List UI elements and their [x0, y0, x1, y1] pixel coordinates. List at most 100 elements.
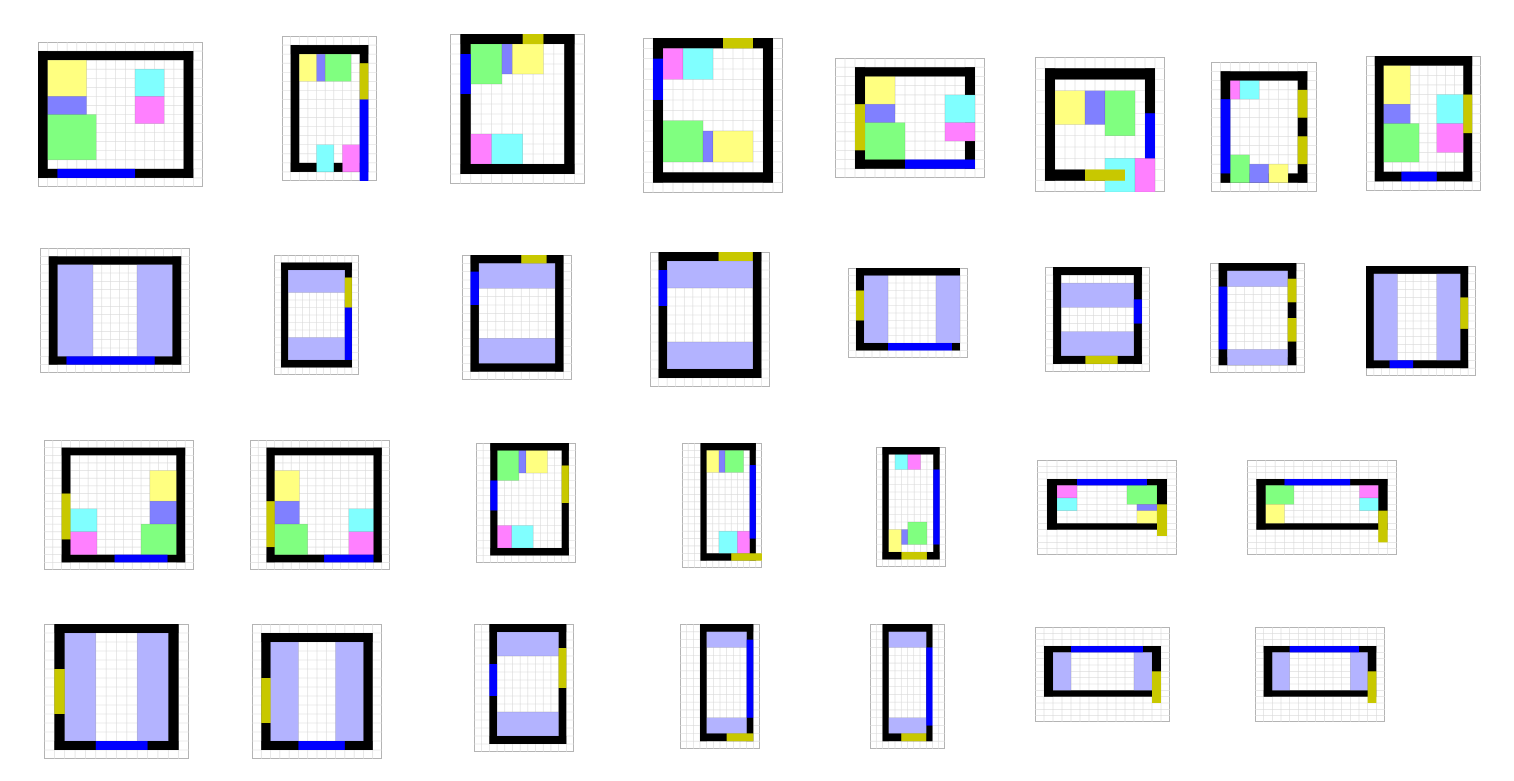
- room-lavender: [1373, 273, 1398, 361]
- wall-top: [261, 633, 373, 642]
- wall-left: [1045, 68, 1055, 181]
- door-top: [1284, 479, 1351, 486]
- floorplan-panel: [1211, 62, 1317, 192]
- room-green: [1126, 485, 1158, 505]
- wall-bottom: [490, 548, 569, 556]
- wall-top: [489, 624, 567, 632]
- floorplan-svg: [474, 624, 574, 752]
- wall-top: [61, 447, 186, 456]
- wall-top: [490, 443, 569, 451]
- room-yellow: [888, 529, 902, 553]
- door-bottom: [114, 554, 168, 563]
- door-top: [1077, 479, 1147, 486]
- room-cyan: [134, 68, 165, 97]
- window-top: [723, 38, 753, 49]
- wall-right: [1297, 71, 1308, 183]
- room-green: [1104, 90, 1136, 136]
- window-left: [261, 678, 271, 723]
- room-purple: [864, 103, 896, 123]
- room-cyan: [348, 508, 374, 533]
- floorplan-svg: [1037, 460, 1177, 555]
- floorplan-panel: [40, 248, 190, 373]
- floorplan-panel: [835, 58, 985, 178]
- door-left: [490, 480, 498, 511]
- door-left: [460, 54, 471, 94]
- window-left: [61, 493, 71, 540]
- wall-top: [470, 255, 564, 264]
- window-right: [558, 648, 567, 688]
- room-purple: [718, 450, 726, 473]
- wall-top: [1045, 68, 1155, 80]
- door-right: [359, 90, 369, 181]
- window-right: [561, 465, 569, 503]
- door-right: [933, 469, 940, 545]
- room-green: [1265, 485, 1295, 505]
- room-lavender: [706, 717, 747, 734]
- room-lavender: [888, 631, 927, 648]
- floorplan-svg: [40, 248, 190, 373]
- window-bottom: [1085, 355, 1118, 364]
- wall-bottom: [1047, 523, 1167, 530]
- floorplan-panel: [848, 268, 968, 358]
- room-magenta: [907, 454, 921, 470]
- floorplan-svg: [44, 624, 189, 759]
- room-cyan: [511, 525, 534, 549]
- room-green: [324, 53, 352, 82]
- room-cyan: [1056, 497, 1078, 511]
- door-right: [926, 647, 933, 726]
- floorplan-svg: [1211, 62, 1317, 192]
- floorplan-svg: [250, 440, 390, 570]
- window-right: [1463, 94, 1473, 134]
- floorplan-grid: [0, 0, 1514, 781]
- room-cyan: [894, 454, 909, 470]
- room-lavender: [287, 269, 346, 293]
- room-purple: [274, 500, 300, 525]
- floorplan-svg: [44, 440, 194, 570]
- wall-bottom: [658, 369, 762, 378]
- floorplan-svg: [848, 268, 968, 358]
- wall-top: [460, 34, 575, 44]
- floorplan-svg: [650, 252, 770, 387]
- room-yellow: [1265, 504, 1285, 524]
- wall-left: [281, 262, 289, 368]
- wall-left: [1044, 646, 1053, 697]
- wall-left: [1366, 266, 1374, 369]
- room-lavender: [335, 641, 364, 742]
- window-right: [1287, 318, 1297, 342]
- room-purple: [149, 500, 177, 525]
- room-lavender: [1133, 652, 1153, 691]
- room-lavender: [57, 264, 94, 357]
- floorplan-panel: [462, 255, 572, 380]
- room-green: [274, 523, 308, 555]
- floorplan-panel: [474, 624, 574, 752]
- window-right: [1297, 89, 1308, 118]
- floorplan-panel: [1210, 263, 1305, 373]
- room-lavender: [270, 641, 299, 742]
- wall-left: [882, 624, 889, 742]
- wall-bottom: [470, 363, 564, 372]
- floorplan-svg: [680, 624, 760, 749]
- window-left: [856, 290, 864, 321]
- window-right: [1367, 671, 1377, 703]
- room-cyan: [718, 530, 738, 554]
- window-right: [1297, 136, 1308, 165]
- room-lavender: [1060, 331, 1135, 357]
- floorplan-svg: [1247, 460, 1397, 555]
- wall-left: [1053, 267, 1062, 364]
- floorplan-panel: [476, 443, 576, 563]
- room-yellow: [274, 470, 300, 502]
- room-green: [470, 43, 503, 85]
- floorplan-svg: [835, 58, 985, 178]
- floorplan-svg: [282, 36, 377, 181]
- window-left: [54, 669, 65, 714]
- room-magenta: [737, 530, 750, 554]
- window-right: [344, 277, 352, 308]
- room-cyan: [70, 508, 98, 533]
- floorplan-panel: [643, 38, 783, 193]
- window-bottom: [731, 553, 762, 561]
- room-magenta: [1056, 485, 1078, 499]
- wall-bottom: [1263, 690, 1377, 697]
- door-left: [1220, 99, 1231, 174]
- window-left: [855, 104, 865, 151]
- wall-bottom: [1366, 360, 1469, 369]
